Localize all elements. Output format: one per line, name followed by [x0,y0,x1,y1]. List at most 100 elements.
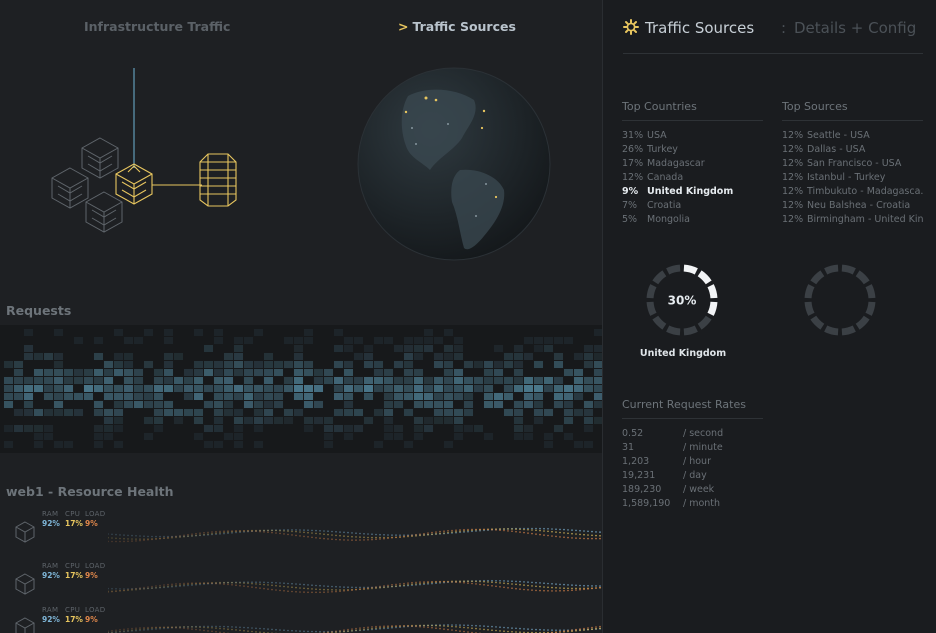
requests-title: Requests [6,303,72,318]
row-percent: 12% [782,158,804,169]
row-label: San Francisco - USA [807,158,902,169]
ram-metric: RAM 92% [42,562,60,580]
globe-icon[interactable] [356,66,552,262]
health-row: RAM 92% CPU 17% LOAD 9% [0,606,602,633]
row-percent: 12% [622,172,644,183]
source-share-donut [804,264,876,336]
donut-segment [865,284,876,299]
donut-segment [652,270,667,285]
row-label: USA [647,130,667,141]
requests-heatmap [0,325,602,453]
rate-row: 1,203 / hour [622,456,763,470]
server-icon[interactable] [115,163,153,205]
source-row[interactable]: 12% Birmingham - United Kin... [782,214,923,228]
row-percent: 12% [782,172,804,183]
donut-segment [824,325,839,336]
row-percent: 26% [622,144,644,155]
donut-segment [804,301,815,316]
row-label: Turkey [647,144,678,155]
donut-value: 30% [668,294,697,308]
donut-segment [865,301,876,316]
donut-segment [666,325,681,336]
ram-metric: RAM 92% [42,510,60,528]
panel-title: Traffic Sources [645,19,755,37]
country-row[interactable]: 31% USA [622,130,763,144]
cpu-metric: CPU 17% [65,606,83,624]
row-percent: 12% [782,200,804,211]
row-percent: 12% [782,144,804,155]
donut-segment [646,301,657,316]
row-label: Mongolia [647,214,690,225]
rate-unit: / minute [683,442,723,453]
nav-infrastructure-traffic[interactable]: Infrastructure Traffic [84,19,230,34]
server-icon[interactable] [81,137,119,179]
rate-unit: / second [683,428,724,439]
resource-sparkline [108,579,601,594]
nav-traffic-sources[interactable]: > Traffic Sources [398,19,516,34]
top-sources-list: Top Sources 12% Seattle - USA 12% Dallas - … [782,100,923,228]
country-row[interactable]: 9% United Kingdom [622,186,763,200]
top-countries-list: Top Countries 31% USA 26% Turkey 17% Madagasc… [622,100,763,228]
country-row[interactable]: 5% Mongolia [622,214,763,228]
cpu-metric: CPU 17% [65,562,83,580]
donut-segment [824,264,839,275]
country-row[interactable]: 17% Madagascar [622,158,763,172]
row-percent: 12% [782,130,804,141]
row-label: Croatia [647,200,682,211]
country-row[interactable]: 7% Croatia [622,200,763,214]
row-percent: 7% [622,200,638,211]
server-icon [15,617,35,633]
row-label: United Kingdom [647,186,734,197]
row-label: Dallas - USA [807,144,866,155]
country-row[interactable]: 26% Turkey [622,144,763,158]
donut-label: United Kingdom [639,348,727,359]
donut-segment [855,270,870,285]
row-label: Seattle - USA [807,130,870,141]
rate-value: 19,231 [622,470,656,481]
row-percent: 12% [782,214,804,225]
nav-traffic-sources-label: Traffic Sources [412,19,516,34]
chevron-right-icon: > [398,19,409,34]
donut-segment [810,270,825,285]
server-icon[interactable] [51,167,89,209]
row-label: Neu Balshea - Croatia [807,200,911,211]
panel-subtitle-details-config[interactable]: Details + Config [794,19,916,37]
row-percent: 5% [622,214,638,225]
top-sources-title: Top Sources [782,100,923,121]
donut-segment [810,315,825,330]
donut-segment [707,301,718,316]
rate-value: 1,589,190 [622,498,671,509]
top-countries-title: Top Countries [622,100,763,121]
donut-segment [666,264,681,275]
health-row: RAM 92% CPU 17% LOAD 9% [0,510,602,560]
source-row[interactable]: 12% San Francisco - USA [782,158,923,172]
resource-sparkline [108,527,601,543]
country-row[interactable]: 12% Canada [622,172,763,186]
health-row: RAM 92% CPU 17% LOAD 9% [0,562,602,612]
donut-segment [855,315,870,330]
server-icon [15,521,35,543]
donut-segment [707,284,718,299]
database-icon[interactable] [199,153,237,207]
source-row[interactable]: 12% Timbukuto - Madagasca... [782,186,923,200]
row-percent: 31% [622,130,644,141]
row-label: Birmingham - United Kin... [807,214,923,225]
request-rates-title: Current Request Rates [622,398,763,419]
row-label: Canada [647,172,684,183]
rate-unit: / month [683,498,721,509]
donut-segment [841,264,856,275]
request-rates: Current Request Rates 0.52 / second 31 / mi… [622,398,763,512]
source-row[interactable]: 12% Istanbul - Turkey [782,172,923,186]
rate-unit: / day [683,470,707,481]
server-icon[interactable] [85,191,123,233]
rate-unit: / week [683,484,715,495]
source-row[interactable]: 12% Dallas - USA [782,144,923,158]
source-row[interactable]: 12% Neu Balshea - Croatia [782,200,923,214]
cpu-metric: CPU 17% [65,510,83,528]
source-row[interactable]: 12% Seattle - USA [782,130,923,144]
rate-row: 31 / minute [622,442,763,456]
donut-segment [804,284,815,299]
donut-segment [697,315,712,330]
gear-icon[interactable] [623,19,639,35]
main-panel: Infrastructure Traffic >Traffic Sources [0,0,602,633]
